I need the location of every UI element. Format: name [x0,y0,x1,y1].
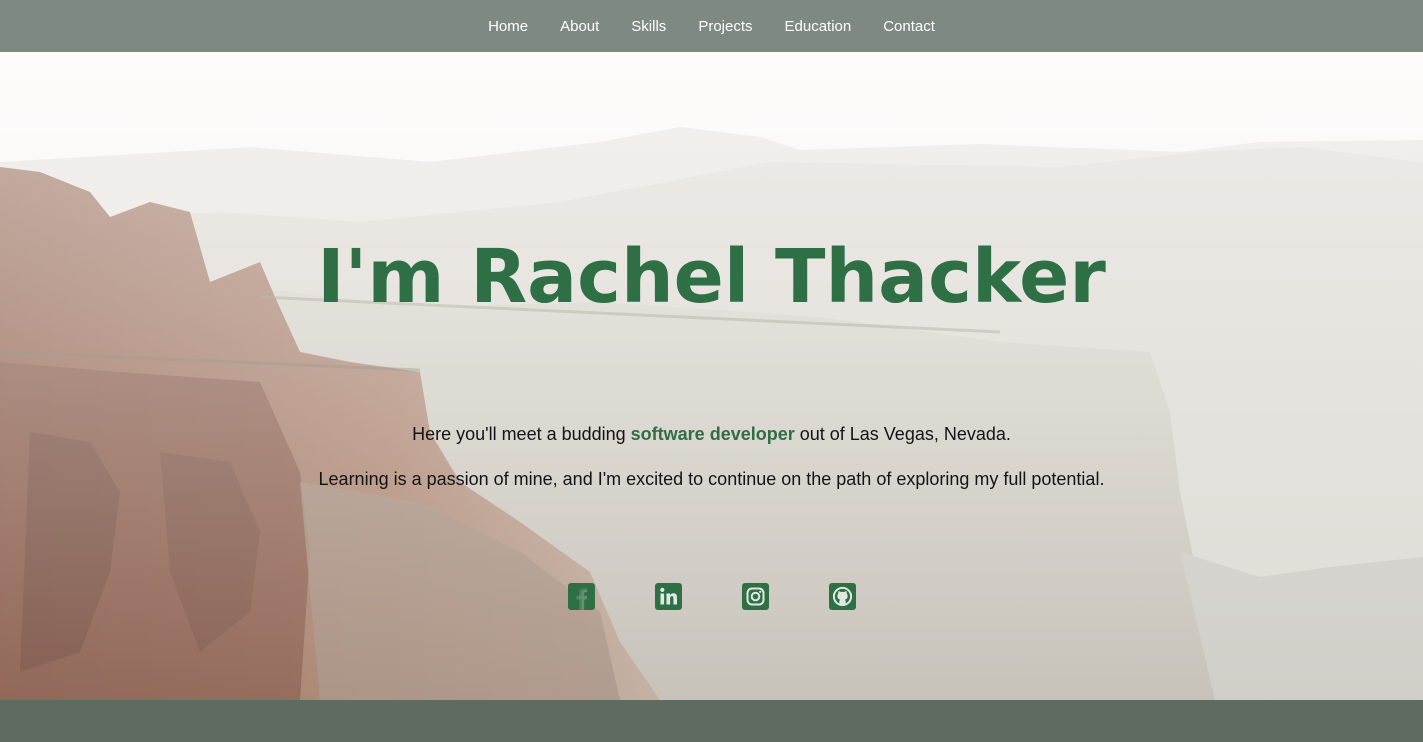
nav-education[interactable]: Education [785,18,852,35]
instagram-icon[interactable] [741,583,769,610]
github-icon[interactable] [828,583,856,610]
hero-passion-line: Learning is a passion of mine, and I'm e… [318,469,1105,489]
nav-contact[interactable]: Contact [883,18,935,35]
social-links [0,583,1423,610]
linkedin-icon[interactable] [654,583,682,610]
hero-intro-pre: Here you'll meet a budding [412,424,631,444]
hero-role-highlight: software developer [630,424,795,444]
nav-about[interactable]: About [560,18,599,35]
hero-intro-post: out of Las Vegas, Nevada. [794,424,1011,444]
footer-band [0,700,1423,742]
nav-projects[interactable]: Projects [698,18,752,35]
hero-intro-line: Here you'll meet a budding software deve… [0,424,1423,445]
nav-home[interactable]: Home [488,18,528,35]
facebook-icon[interactable] [567,583,595,610]
nav-skills[interactable]: Skills [631,18,666,35]
hero-section: I'm Rachel Thacker Here you'll meet a bu… [0,52,1423,700]
top-nav: Home About Skills Projects Education Con… [0,0,1423,52]
hero-title: I'm Rachel Thacker [317,234,1106,320]
